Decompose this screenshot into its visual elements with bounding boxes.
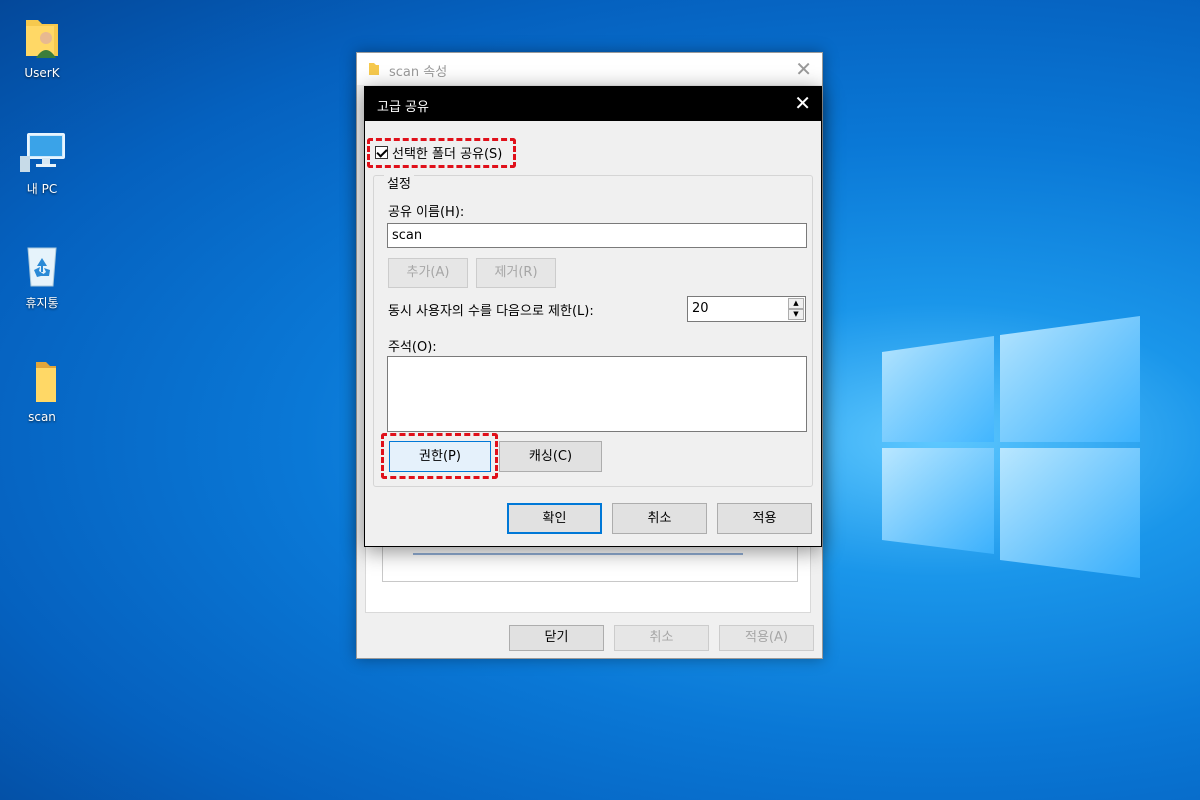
spin-down-icon[interactable]: ▼	[788, 309, 804, 320]
close-button[interactable]: 닫기	[509, 625, 604, 651]
computer-icon	[18, 128, 66, 176]
dialog-title: 고급 공유	[377, 100, 429, 115]
advanced-sharing-dialog: 고급 공유 ✕ 선택한 폴더 공유(S) 설정 공유 이름(H): scan 추…	[364, 86, 822, 547]
comment-label: 주석(O):	[388, 340, 437, 355]
comment-textarea[interactable]	[387, 356, 807, 432]
desktop-icon-label: UserK	[24, 66, 60, 80]
apply-button[interactable]: 적용(A)	[719, 625, 814, 651]
user-folder-icon	[18, 14, 66, 62]
folder-icon	[369, 63, 379, 75]
desktop-icon-this-pc[interactable]: 내 PC	[2, 128, 82, 197]
user-limit-stepper[interactable]: 20 ▲ ▼	[687, 296, 806, 322]
desktop-icon-scan[interactable]: scan	[2, 358, 82, 424]
apply-button[interactable]: 적용	[717, 503, 812, 534]
properties-titlebar[interactable]: scan 속성 ✕	[357, 53, 822, 85]
recycle-bin-icon	[18, 242, 66, 290]
add-button[interactable]: 추가(A)	[388, 258, 468, 288]
share-name-label: 공유 이름(H):	[388, 205, 465, 220]
close-icon[interactable]: ✕	[794, 91, 811, 115]
cancel-button[interactable]: 취소	[614, 625, 709, 651]
checkbox-highlight-box	[367, 138, 516, 168]
settings-group-label: 설정	[384, 173, 414, 192]
desktop-icon-label: 내 PC	[26, 182, 58, 196]
close-icon[interactable]: ✕	[795, 57, 812, 81]
spin-buttons[interactable]: ▲ ▼	[788, 298, 804, 320]
cancel-button[interactable]: 취소	[612, 503, 707, 534]
desktop-icon-userk[interactable]: UserK	[2, 14, 82, 80]
folder-icon	[18, 358, 66, 406]
permissions-highlight-box	[381, 433, 498, 479]
remove-button[interactable]: 제거(R)	[476, 258, 556, 288]
user-limit-value: 20	[692, 301, 709, 316]
windows-logo	[882, 316, 1140, 578]
spin-up-icon[interactable]: ▲	[788, 298, 804, 309]
caching-button[interactable]: 캐싱(C)	[499, 441, 602, 472]
dialog-titlebar[interactable]: 고급 공유 ✕	[365, 87, 821, 121]
ok-button[interactable]: 확인	[507, 503, 602, 534]
desktop-icon-recycle-bin[interactable]: 휴지통	[2, 242, 82, 311]
share-name-input[interactable]: scan	[387, 223, 807, 248]
desktop-icon-label: 휴지통	[25, 296, 59, 310]
user-limit-label: 동시 사용자의 수를 다음으로 제한(L):	[388, 304, 594, 319]
desktop-icon-label: scan	[28, 410, 56, 424]
properties-title: scan 속성	[389, 65, 448, 80]
